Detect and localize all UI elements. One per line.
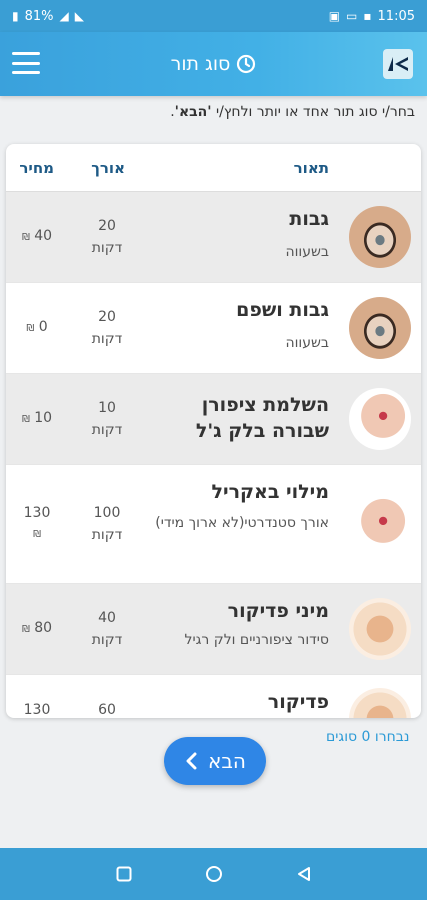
length-value: 60 [98, 702, 116, 718]
chevron-left-icon [186, 752, 197, 770]
length-value: 20 [98, 309, 116, 325]
system-nav-bar [0, 848, 427, 900]
services-table: תאור אורך מחיר גבות בשעווה 20 דקות 40 ₪ … [6, 144, 421, 718]
eyebrow-image [349, 206, 411, 268]
header-length: אורך [91, 159, 125, 177]
price-value: 130 [23, 702, 51, 718]
foot-image [349, 688, 411, 718]
service-subtitle: בשעווה [285, 335, 329, 351]
price-value: 80 [34, 620, 53, 636]
page-title: סוג תור [170, 53, 231, 75]
app-bar: סוג תור [0, 32, 427, 96]
currency-symbol: ₪ [33, 529, 41, 540]
table-row[interactable]: פדיקור 60 130 [6, 675, 421, 718]
currency-symbol: ₪ [26, 323, 35, 334]
table-row[interactable]: מיני פדיקור סידור ציפורניים ולק רגיל 40 … [6, 584, 421, 675]
length-value: 10 [98, 400, 116, 416]
currency-symbol: ₪ [21, 414, 30, 425]
length-value: 40 [98, 610, 116, 626]
next-button[interactable]: הבא [164, 737, 266, 785]
service-length: 20 דקות [85, 306, 129, 350]
status-bar: ▮ 81% ◢ ◣ ▣ ▭ ▪ 11:05 [0, 0, 427, 32]
battery-level: 81% [24, 8, 54, 24]
price-value: 40 [34, 228, 53, 244]
service-length: 10 דקות [85, 397, 129, 441]
header-price: מחיר [19, 159, 54, 177]
length-value: 100 [93, 505, 121, 521]
instruction-bold: 'הבא' [174, 104, 212, 120]
service-name: מיני פדיקור [227, 600, 329, 622]
header-description: תאור [293, 159, 329, 177]
instruction-text: בחר/י סוג תור אחד או יותר ולחץ/י 'הבא'. [12, 104, 415, 120]
currency-symbol: ₪ [21, 624, 30, 635]
table-row[interactable]: מילוי באקריל אורך סטנדרטי(לא ארוך מידי) … [6, 465, 421, 584]
price-value: 10 [34, 410, 53, 426]
app-logo-icon[interactable] [383, 49, 413, 79]
service-price: 0 ₪ [13, 316, 61, 340]
back-icon[interactable] [294, 864, 314, 884]
price-value: 130 [23, 505, 51, 521]
service-name: גבות [289, 208, 329, 230]
battery-icon: ▮ [12, 9, 19, 23]
signal-icon: ◢ [59, 9, 69, 23]
service-name: פדיקור [267, 691, 329, 713]
service-subtitle: סידור ציפורניים ולק רגיל [184, 632, 329, 648]
status-time: 11:05 [377, 8, 415, 24]
briefcase-icon: ▪ [363, 9, 372, 23]
image-notification-icon: ▣ [328, 9, 341, 23]
selected-count: נבחרו 0 סוגים [326, 729, 410, 745]
length-value: 20 [98, 218, 116, 234]
currency-symbol: ₪ [21, 232, 30, 243]
length-unit: דקות [91, 422, 123, 438]
home-icon[interactable] [204, 864, 224, 884]
length-unit: דקות [91, 331, 123, 347]
service-subtitle: אורך סטנדרטי(לא ארוך מידי) [155, 515, 329, 531]
service-name: השלמת ציפורן שבורה בלק ג'ל [195, 394, 329, 442]
service-length: 40 דקות [85, 607, 129, 651]
service-length: 100 דקות [85, 502, 129, 546]
table-header: תאור אורך מחיר [6, 144, 421, 192]
length-unit: דקות [91, 240, 123, 256]
service-subtitle: בשעווה [285, 244, 329, 260]
service-price: 130 ₪ [13, 502, 61, 546]
menu-icon[interactable] [12, 52, 40, 74]
service-price: 10 ₪ [13, 407, 61, 431]
price-value: 0 [38, 319, 48, 335]
service-price: 40 ₪ [13, 225, 61, 249]
eyebrow-image [349, 297, 411, 359]
service-length: 20 דקות [85, 215, 129, 259]
service-length: 60 [85, 699, 129, 718]
recents-icon[interactable] [114, 864, 134, 884]
nail-image [349, 493, 411, 555]
no-sim-icon: ◣ [74, 9, 84, 23]
instruction-text-main: בחר/י סוג תור אחד או יותר ולחץ/י [211, 104, 415, 120]
table-row[interactable]: גבות ושפם בשעווה 20 דקות 0 ₪ [6, 283, 421, 374]
cast-icon: ▭ [346, 9, 358, 23]
table-row[interactable]: השלמת ציפורן שבורה בלק ג'ל 10 דקות 10 ₪ [6, 374, 421, 465]
length-unit: דקות [91, 527, 123, 543]
service-name: גבות ושפם [236, 299, 329, 321]
service-name: מילוי באקריל [211, 481, 329, 503]
service-price: 80 ₪ [13, 617, 61, 641]
clock-icon [237, 54, 256, 74]
service-price: 130 [13, 699, 61, 718]
foot-image [349, 598, 411, 660]
page-title-wrap: סוג תור [171, 53, 257, 75]
next-button-label: הבא [208, 749, 246, 773]
nail-image [349, 388, 411, 450]
length-unit: דקות [91, 632, 123, 648]
table-row[interactable]: גבות בשעווה 20 דקות 40 ₪ [6, 192, 421, 283]
